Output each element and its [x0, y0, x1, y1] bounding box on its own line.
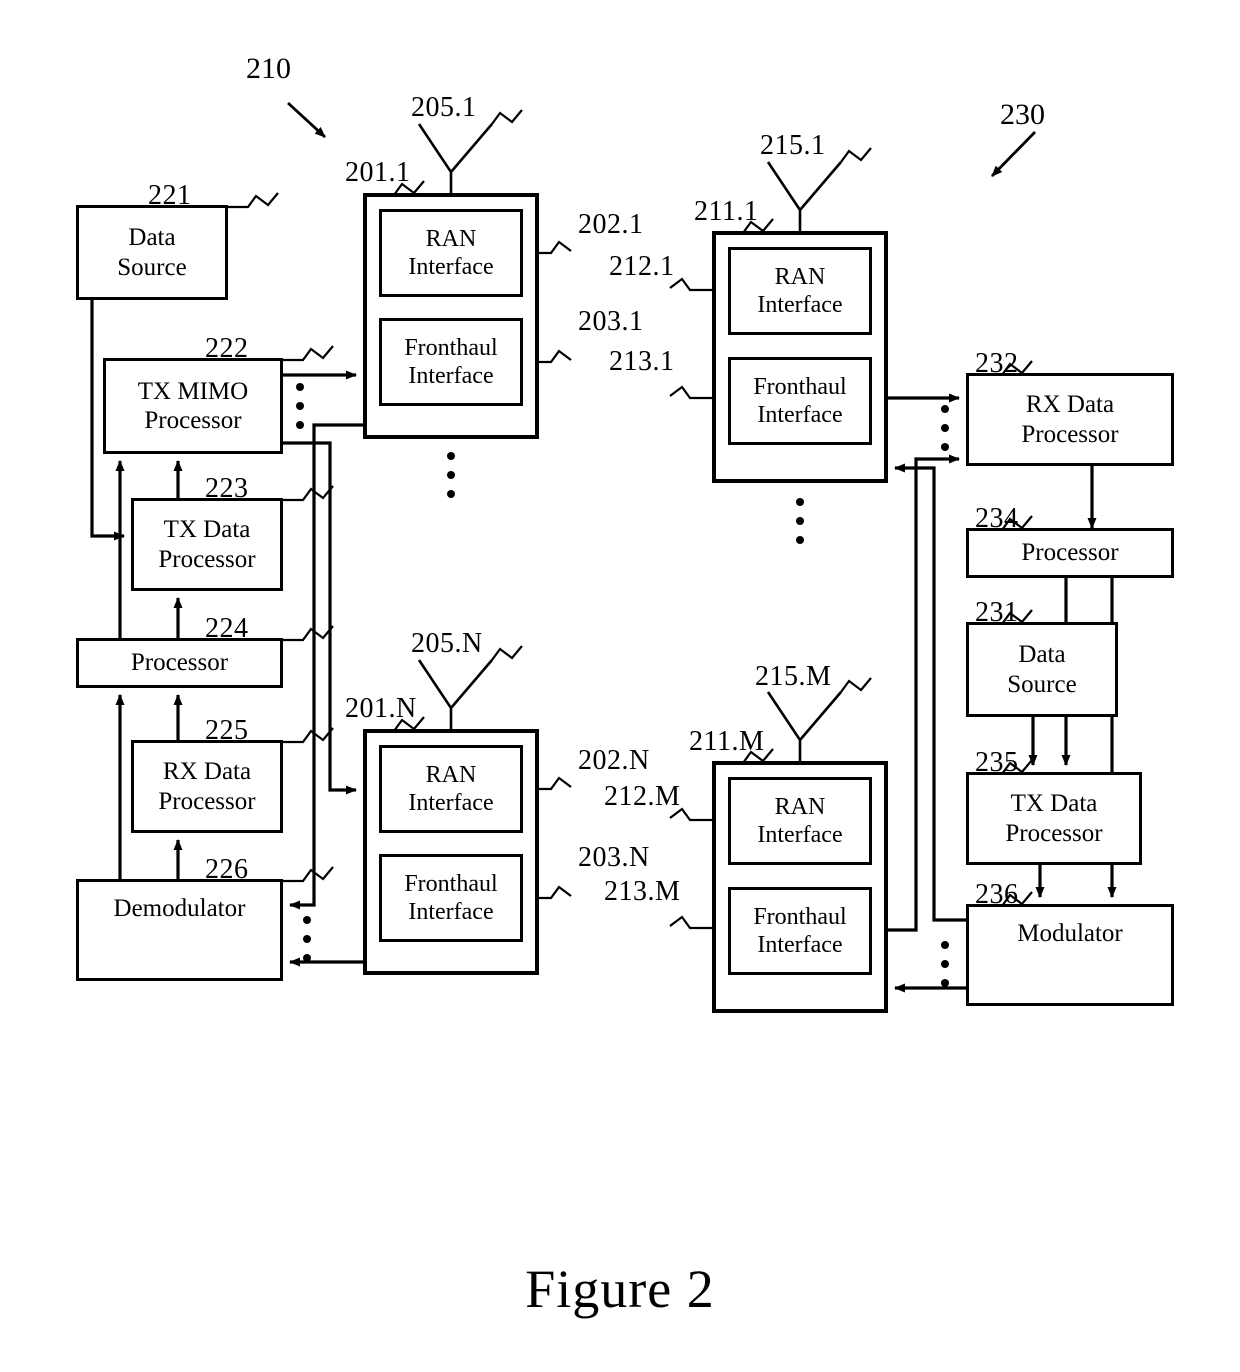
block-data-source-231[interactable]: Data Source	[966, 622, 1118, 717]
ref-231: 231	[975, 597, 1019, 628]
ellipsis-left-demod-in	[303, 916, 311, 962]
ref-236: 236	[975, 879, 1019, 910]
block-label: RAN Interface	[757, 793, 843, 848]
ref-205-n-antenna: 205.N	[411, 628, 483, 659]
block-label: Fronthaul Interface	[753, 373, 847, 428]
ref-223: 223	[205, 473, 249, 504]
block-label: TX Data Processor	[1005, 790, 1103, 847]
ref-202-1: 202.1	[578, 209, 644, 240]
ellipsis-left-ran-stack	[447, 452, 455, 498]
ref-222: 222	[205, 333, 249, 364]
block-processor-224[interactable]: Processor	[76, 638, 283, 688]
ref-205-1-antenna: 205.1	[411, 92, 477, 123]
block-label: RAN Interface	[757, 263, 843, 318]
system-label-230: 230	[1000, 98, 1045, 131]
ref-213-m: 213.M	[604, 876, 681, 907]
block-label: Processor	[1021, 539, 1119, 567]
ran-interface-202-1[interactable]: RAN Interface	[379, 209, 523, 297]
system-label-210: 210	[246, 52, 291, 85]
block-label: Modulator	[1017, 920, 1123, 947]
block-label: Data Source	[117, 224, 187, 281]
ref-215-1-antenna: 215.1	[760, 130, 826, 161]
ref-212-m: 212.M	[604, 781, 681, 812]
ellipsis-left-mimo-out	[296, 383, 304, 429]
figure-canvas: 210 230 Data Source 221 TX MIMO Processor …	[0, 0, 1240, 1372]
ref-215-m-antenna: 215.M	[755, 661, 832, 692]
block-rx-data-processor-232[interactable]: RX Data Processor	[966, 373, 1174, 466]
block-label: Fronthaul Interface	[404, 870, 498, 925]
block-label: RAN Interface	[408, 225, 494, 280]
block-label: Data Source	[1007, 641, 1077, 698]
ref-201-n: 201.N	[345, 693, 417, 724]
ref-211-m: 211.M	[689, 726, 765, 757]
fronthaul-interface-203-1[interactable]: Fronthaul Interface	[379, 318, 523, 406]
block-label: Demodulator	[113, 895, 246, 922]
block-demodulator-226[interactable]: Demodulator	[76, 879, 283, 981]
block-rx-data-processor-225[interactable]: RX Data Processor	[131, 740, 283, 833]
block-modulator-236[interactable]: Modulator	[966, 904, 1174, 1006]
ref-201-1: 201.1	[345, 157, 411, 188]
ran-interface-202-n[interactable]: RAN Interface	[379, 745, 523, 833]
ref-213-1: 213.1	[609, 346, 675, 377]
ellipsis-right-mod-out	[941, 941, 949, 987]
ref-211-1: 211.1	[694, 196, 759, 227]
ref-224: 224	[205, 613, 249, 644]
block-label: Fronthaul Interface	[753, 903, 847, 958]
ref-203-1: 203.1	[578, 306, 644, 337]
ref-235: 235	[975, 747, 1019, 778]
figure-caption: Figure 2	[525, 1259, 715, 1319]
block-label: TX Data Processor	[158, 516, 256, 573]
ran-interface-212-m[interactable]: RAN Interface	[728, 777, 872, 865]
block-tx-mimo-processor-222[interactable]: TX MIMO Processor	[103, 358, 283, 454]
ref-202-n: 202.N	[578, 745, 650, 776]
ref-226: 226	[205, 854, 249, 885]
block-label: Fronthaul Interface	[404, 334, 498, 389]
ran-interface-212-1[interactable]: RAN Interface	[728, 247, 872, 335]
ref-212-1: 212.1	[609, 251, 675, 282]
block-tx-data-processor-235[interactable]: TX Data Processor	[966, 772, 1142, 865]
block-processor-234[interactable]: Processor	[966, 528, 1174, 578]
ref-234: 234	[975, 503, 1019, 534]
ref-225: 225	[205, 715, 249, 746]
fronthaul-interface-213-1[interactable]: Fronthaul Interface	[728, 357, 872, 445]
block-label: TX MIMO Processor	[137, 377, 249, 435]
ellipsis-right-ran-stack	[796, 498, 804, 544]
block-label: RAN Interface	[408, 761, 494, 816]
block-label: RX Data Processor	[158, 758, 256, 815]
block-label: Processor	[130, 649, 229, 677]
fronthaul-interface-203-n[interactable]: Fronthaul Interface	[379, 854, 523, 942]
fronthaul-interface-213-m[interactable]: Fronthaul Interface	[728, 887, 872, 975]
ref-221: 221	[148, 180, 192, 211]
block-tx-data-processor-223[interactable]: TX Data Processor	[131, 498, 283, 591]
block-label: RX Data Processor	[1021, 391, 1119, 448]
ref-232: 232	[975, 348, 1019, 379]
ellipsis-right-rx-in	[941, 405, 949, 451]
block-data-source-221[interactable]: Data Source	[76, 205, 228, 300]
ref-203-n: 203.N	[578, 842, 650, 873]
